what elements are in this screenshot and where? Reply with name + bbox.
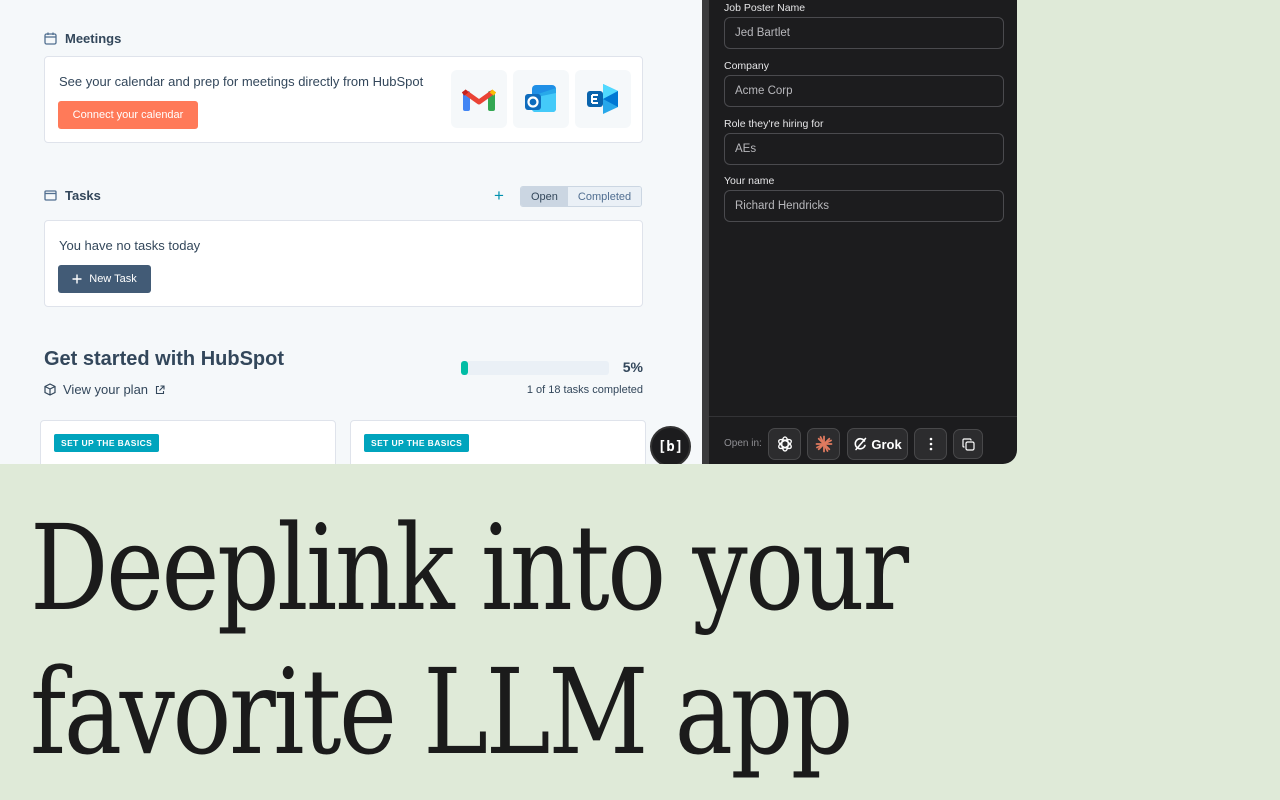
open-chatgpt-button[interactable]: [768, 428, 801, 460]
tasks-card: You have no tasks today New Task: [44, 220, 643, 307]
connect-calendar-button[interactable]: Connect your calendar: [58, 101, 198, 129]
cube-icon: [44, 383, 56, 396]
side-panel: Job Poster Name Jed Bartlet Company Acme…: [709, 0, 1017, 464]
open-claude-button[interactable]: [807, 428, 840, 460]
tab-open[interactable]: Open: [521, 187, 568, 206]
progress-bar-fill: [461, 361, 468, 375]
open-in-label: Open in:: [724, 438, 762, 449]
more-options-button[interactable]: [914, 428, 947, 460]
headline-line-2: favorite LLM app: [30, 643, 853, 781]
copy-button[interactable]: [953, 429, 983, 459]
role-label: Role they're hiring for: [724, 118, 824, 130]
your-name-label: Your name: [724, 175, 775, 187]
add-task-plus-icon[interactable]: +: [494, 187, 504, 204]
job-poster-label: Job Poster Name: [724, 2, 806, 14]
meetings-header: Meetings: [44, 31, 121, 46]
open-grok-button[interactable]: Grok: [847, 428, 908, 460]
setup-card[interactable]: SET UP THE BASICS: [40, 420, 336, 464]
tasks-title: Tasks: [65, 188, 101, 203]
external-link-icon: [155, 384, 165, 394]
outlook-icon: [525, 85, 556, 112]
exchange-tile[interactable]: [575, 70, 631, 128]
headline: Deeplink into your favorite LLM app: [30, 496, 909, 784]
gmail-icon: [462, 89, 496, 111]
chatgpt-icon: [777, 436, 792, 452]
copy-icon: [961, 437, 975, 451]
tasks-empty-text: You have no tasks today: [59, 238, 201, 253]
side-panel-footer: Open in: Grok: [709, 416, 1017, 464]
more-icon: [929, 437, 932, 451]
tasks-completed-count: 1 of 18 tasks completed: [526, 384, 643, 396]
meetings-card: See your calendar and prep for meetings …: [44, 56, 643, 143]
claude-icon: [815, 435, 832, 453]
tasks-icon: [44, 190, 57, 201]
calendar-icon: [44, 32, 57, 45]
get-started-title: Get started with HubSpot: [44, 348, 284, 370]
headline-line-1: Deeplink into your: [30, 499, 909, 637]
new-task-button[interactable]: New Task: [58, 265, 151, 293]
tab-completed[interactable]: Completed: [567, 187, 642, 206]
grok-label: Grok: [871, 436, 902, 452]
extension-launcher-button[interactable]: [b]: [650, 426, 691, 464]
view-plan-label: View your plan: [63, 382, 149, 397]
job-poster-input[interactable]: Jed Bartlet: [724, 17, 1004, 49]
role-input[interactable]: AEs: [724, 133, 1004, 165]
tasks-header: Tasks: [44, 188, 101, 203]
company-input[interactable]: Acme Corp: [724, 75, 1004, 107]
company-label: Company: [724, 60, 769, 72]
meetings-title: Meetings: [65, 31, 122, 46]
view-plan-link[interactable]: View your plan: [44, 382, 165, 397]
progress-bar: [461, 361, 609, 375]
exchange-icon: [587, 84, 618, 114]
your-name-input[interactable]: Richard Hendricks: [724, 190, 1004, 222]
setup-badge: SET UP THE BASICS: [364, 434, 470, 452]
hubspot-panel: Meetings See your calendar and prep for …: [0, 0, 702, 464]
panel-divider: [702, 0, 709, 464]
meetings-description: See your calendar and prep for meetings …: [59, 74, 424, 89]
gmail-tile[interactable]: [451, 70, 507, 128]
outlook-tile[interactable]: [513, 70, 569, 128]
grok-icon: [854, 437, 867, 451]
tasks-filter-toggle: Open Completed: [520, 186, 643, 207]
new-task-label: New Task: [89, 273, 137, 285]
progress-percent: 5%: [622, 359, 643, 375]
setup-badge: SET UP THE BASICS: [54, 434, 160, 452]
plus-icon: [72, 274, 82, 284]
setup-card[interactable]: SET UP THE BASICS: [350, 420, 646, 464]
